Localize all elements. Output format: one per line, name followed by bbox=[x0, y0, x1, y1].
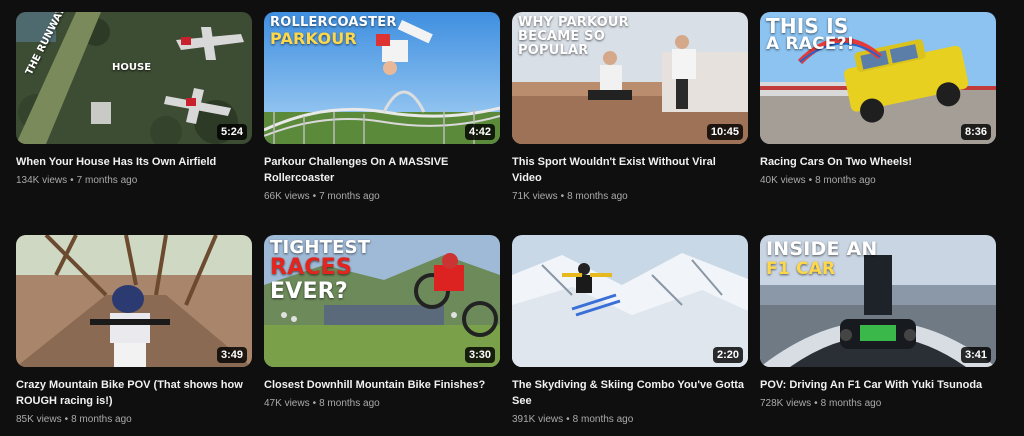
thumb-text-line2: RACES bbox=[270, 255, 352, 280]
video-duration: 8:36 bbox=[960, 124, 991, 140]
video-thumbnail[interactable]: INSIDE AN F1 CAR 3:41 bbox=[760, 235, 996, 367]
video-duration: 3:30 bbox=[464, 347, 495, 363]
video-duration: 4:42 bbox=[464, 124, 495, 140]
thumb-overlay-text: WHY PARKOUR BECAME SO POPULAR bbox=[518, 16, 629, 58]
separator-dot: • bbox=[70, 175, 74, 186]
upload-age: 8 months ago bbox=[820, 398, 882, 409]
video-card[interactable]: THE RUNWAY HOUSE 5:24 When Your House Ha… bbox=[16, 12, 252, 188]
upload-age: 7 months ago bbox=[319, 191, 380, 202]
thumbnail-image bbox=[16, 235, 252, 367]
thumb-text-line1: WHY PARKOUR bbox=[518, 15, 629, 30]
video-thumbnail[interactable]: 2:20 bbox=[512, 235, 748, 367]
upload-age: 8 months ago bbox=[567, 191, 628, 202]
video-card[interactable]: 2:20 The Skydiving & Skiing Combo You've… bbox=[512, 235, 748, 427]
thumb-text-line2: PARKOUR bbox=[270, 29, 357, 48]
view-count: 391K views bbox=[512, 414, 564, 425]
video-title[interactable]: When Your House Has Its Own Airfield bbox=[16, 154, 252, 170]
video-duration: 2:20 bbox=[712, 347, 743, 363]
view-count: 40K views bbox=[760, 175, 806, 186]
video-meta: 71K views • 8 months ago bbox=[512, 190, 748, 204]
video-card[interactable]: WHY PARKOUR BECAME SO POPULAR 10:45 This… bbox=[512, 12, 748, 204]
video-meta: 728K views • 8 months ago bbox=[760, 397, 996, 411]
video-meta: 391K views • 8 months ago bbox=[512, 413, 748, 427]
separator-dot: • bbox=[312, 398, 317, 409]
video-meta: 134K views • 7 months ago bbox=[16, 174, 252, 188]
video-card[interactable]: 3:49 Crazy Mountain Bike POV (That shows… bbox=[16, 235, 252, 427]
video-meta: 40K views • 8 months ago bbox=[760, 174, 996, 188]
view-count: 134K views bbox=[16, 175, 68, 186]
thumb-text-line3: EVER? bbox=[270, 279, 348, 304]
thumb-overlay-text: TIGHTEST RACES EVER? bbox=[270, 239, 370, 304]
video-thumbnail[interactable]: 3:49 bbox=[16, 235, 252, 367]
video-title[interactable]: The Skydiving & Skiing Combo You've Gott… bbox=[512, 377, 748, 409]
thumb-overlay-text: INSIDE AN F1 CAR bbox=[766, 239, 878, 279]
video-title[interactable]: Parkour Challenges On A MASSIVE Rollerco… bbox=[264, 154, 500, 186]
video-title[interactable]: This Sport Wouldn't Exist Without Viral … bbox=[512, 154, 748, 186]
separator-dot: • bbox=[560, 191, 565, 202]
video-thumbnail[interactable]: ROLLERCOASTER PARKOUR 4:42 bbox=[264, 12, 500, 144]
upload-age: 8 months ago bbox=[572, 414, 634, 425]
view-count: 728K views bbox=[760, 398, 812, 409]
video-title[interactable]: Racing Cars On Two Wheels! bbox=[760, 154, 996, 170]
video-duration: 5:24 bbox=[216, 124, 247, 140]
thumb-overlay-text: THIS IS A RACE?! bbox=[766, 16, 855, 53]
video-card[interactable]: TIGHTEST RACES EVER? 3:30 Closest Downhi… bbox=[264, 235, 500, 411]
view-count: 47K views bbox=[264, 398, 310, 409]
thumb-text-line3: POPULAR bbox=[518, 43, 589, 58]
video-meta: 47K views • 8 months ago bbox=[264, 397, 500, 411]
separator-dot: • bbox=[312, 191, 317, 202]
video-thumbnail[interactable]: WHY PARKOUR BECAME SO POPULAR 10:45 bbox=[512, 12, 748, 144]
separator-dot: • bbox=[566, 414, 570, 425]
thumb-text-line2: BECAME SO bbox=[518, 29, 605, 44]
video-card[interactable]: THIS IS A RACE?! 8:36 Racing Cars On Two… bbox=[760, 12, 996, 188]
video-thumbnail[interactable]: THE RUNWAY HOUSE 5:24 bbox=[16, 12, 252, 144]
video-duration: 10:45 bbox=[706, 124, 743, 140]
video-card[interactable]: INSIDE AN F1 CAR 3:41 POV: Driving An F1… bbox=[760, 235, 996, 411]
thumb-text-house: HOUSE bbox=[112, 62, 152, 73]
video-meta: 85K views • 8 months ago bbox=[16, 413, 252, 427]
video-duration: 3:49 bbox=[216, 347, 247, 363]
view-count: 71K views bbox=[512, 191, 558, 202]
view-count: 66K views bbox=[264, 191, 310, 202]
thumb-text-line1: INSIDE AN bbox=[766, 238, 878, 260]
thumb-text-line2: F1 CAR bbox=[766, 259, 836, 279]
thumb-text-line1: TIGHTEST bbox=[270, 237, 371, 258]
video-grid: THE RUNWAY HOUSE 5:24 When Your House Ha… bbox=[0, 0, 1024, 436]
thumb-text-line2: A RACE?! bbox=[766, 34, 855, 54]
thumbnail-image bbox=[512, 235, 748, 367]
upload-age: 8 months ago bbox=[815, 175, 876, 186]
video-title[interactable]: Crazy Mountain Bike POV (That shows how … bbox=[16, 377, 252, 409]
view-count: 85K views bbox=[16, 414, 62, 425]
thumb-text-line1: ROLLERCOASTER bbox=[270, 15, 397, 30]
thumb-overlay-text: ROLLERCOASTER PARKOUR bbox=[270, 16, 397, 48]
upload-age: 8 months ago bbox=[319, 398, 380, 409]
video-title[interactable]: Closest Downhill Mountain Bike Finishes? bbox=[264, 377, 500, 393]
video-meta: 66K views • 7 months ago bbox=[264, 190, 500, 204]
video-duration: 3:41 bbox=[960, 347, 991, 363]
separator-dot: • bbox=[808, 175, 813, 186]
video-title[interactable]: POV: Driving An F1 Car With Yuki Tsunoda bbox=[760, 377, 996, 393]
upload-age: 8 months ago bbox=[71, 414, 132, 425]
separator-dot: • bbox=[64, 414, 69, 425]
thumb-text-line1: THIS IS bbox=[766, 14, 849, 38]
video-thumbnail[interactable]: TIGHTEST RACES EVER? 3:30 bbox=[264, 235, 500, 367]
video-card[interactable]: ROLLERCOASTER PARKOUR 4:42 Parkour Chall… bbox=[264, 12, 500, 204]
upload-age: 7 months ago bbox=[76, 175, 138, 186]
video-thumbnail[interactable]: THIS IS A RACE?! 8:36 bbox=[760, 12, 996, 144]
separator-dot: • bbox=[814, 398, 818, 409]
